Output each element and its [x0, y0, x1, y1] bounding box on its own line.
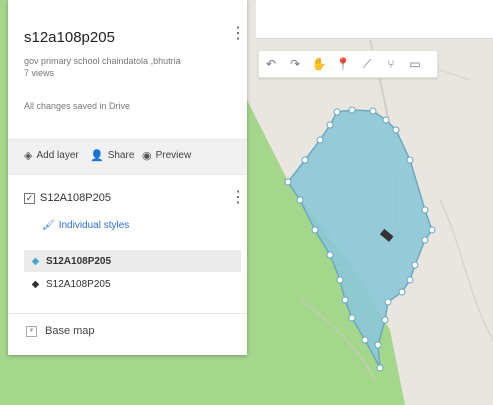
polygon-vertex-handle[interactable]: [406, 156, 414, 164]
polygon-vertex-handle[interactable]: [333, 108, 341, 116]
feature-row[interactable]: ◆ S12A108P205: [30, 273, 111, 295]
feature-label: S12A108P205: [46, 255, 112, 267]
polygon-vertex-handle[interactable]: [428, 226, 436, 234]
feature-row[interactable]: ◆ S12A108P205: [24, 250, 241, 272]
polygon-vertex-handle[interactable]: [398, 288, 406, 296]
panel-actions: ◈ Add layer 👤 Share ◉ Preview: [8, 139, 247, 175]
polygon-style-icon[interactable]: ◆: [30, 279, 41, 290]
individual-styles-link[interactable]: 🖌 Individual styles: [42, 220, 129, 231]
polygon-vertex-handle[interactable]: [421, 236, 429, 244]
polygon-vertex-handle[interactable]: [376, 364, 384, 372]
polygon-vertex-handle[interactable]: [336, 276, 344, 284]
directions-icon[interactable]: ⑂: [380, 53, 402, 75]
base-map-label: Base map: [45, 325, 95, 337]
chevron-down-icon: ▼: [26, 325, 37, 337]
polygon-vertex-handle[interactable]: [374, 341, 382, 349]
polygon-vertex-handle[interactable]: [382, 116, 390, 124]
map-search-bar[interactable]: [256, 0, 493, 39]
polygon-vertex-handle[interactable]: [326, 121, 334, 129]
map-title[interactable]: s12a108p205: [24, 29, 115, 46]
share-button[interactable]: 👤 Share: [90, 149, 134, 162]
base-map-toggle[interactable]: ▼ Base map: [26, 325, 95, 337]
ruler-icon[interactable]: ▭: [404, 53, 426, 75]
feature-label: S12A108P205: [46, 278, 111, 290]
share-label: Share: [107, 150, 135, 161]
polygon-vertex-handle[interactable]: [369, 107, 377, 115]
styles-link-label: Individual styles: [58, 220, 130, 231]
hand-icon[interactable]: ✋: [308, 53, 330, 75]
polygon-vertex-handle[interactable]: [411, 261, 419, 269]
polygon-vertex-handle[interactable]: [392, 126, 400, 134]
map-options-icon[interactable]: ⋮: [230, 26, 246, 42]
paint-roller-icon: 🖌: [42, 220, 55, 231]
layer-options-icon[interactable]: ⋮: [230, 190, 246, 206]
polygon-vertex-handle[interactable]: [361, 336, 369, 344]
polygon-style-icon[interactable]: ◆: [30, 256, 41, 267]
polygon-vertex-handle[interactable]: [348, 106, 356, 114]
preview-label: Preview: [155, 150, 192, 161]
map-description[interactable]: gov primary school chaindatola ,bhutria: [24, 55, 181, 67]
polygon-vertex-handle[interactable]: [311, 226, 319, 234]
polygon-vertex-handle[interactable]: [348, 314, 356, 322]
save-status: All changes saved in Drive: [24, 101, 131, 111]
map-toolbar: ↶ ↷ ✋ 📍 ⟋ ⑂ ▭: [258, 50, 438, 78]
polygon-vertex-handle[interactable]: [284, 178, 292, 186]
map-legend-panel: s12a108p205 ⋮ gov primary school chainda…: [8, 0, 247, 355]
polygon-vertex-handle[interactable]: [421, 206, 429, 214]
redo-icon[interactable]: ↷: [284, 53, 306, 75]
divider: [8, 313, 247, 314]
polygon-vertex-handle[interactable]: [381, 316, 389, 324]
preview-button[interactable]: ◉ Preview: [142, 149, 191, 162]
layer-visibility-checkbox[interactable]: ✓: [24, 193, 35, 204]
add-layer-button[interactable]: ◈ Add layer: [24, 149, 79, 162]
add-person-icon: 👤: [90, 150, 104, 162]
eye-icon: ◉: [142, 150, 152, 162]
marker-icon[interactable]: 📍: [332, 53, 354, 75]
polygon-vertex-handle[interactable]: [406, 276, 414, 284]
polygon-vertex-handle[interactable]: [326, 251, 334, 259]
polygon-vertex-handle[interactable]: [384, 298, 392, 306]
add-layer-label: Add layer: [36, 150, 79, 161]
view-count: 7 views: [24, 68, 55, 78]
polygon-vertex-handle[interactable]: [301, 156, 309, 164]
layer-name[interactable]: S12A108P205: [40, 192, 111, 204]
polygon-vertex-handle[interactable]: [341, 296, 349, 304]
polygon-vertex-handle[interactable]: [296, 196, 304, 204]
draw-line-icon[interactable]: ⟋: [356, 53, 378, 75]
undo-icon[interactable]: ↶: [260, 53, 282, 75]
polygon-vertex-handle[interactable]: [316, 136, 324, 144]
layers-icon: ◈: [24, 150, 33, 162]
